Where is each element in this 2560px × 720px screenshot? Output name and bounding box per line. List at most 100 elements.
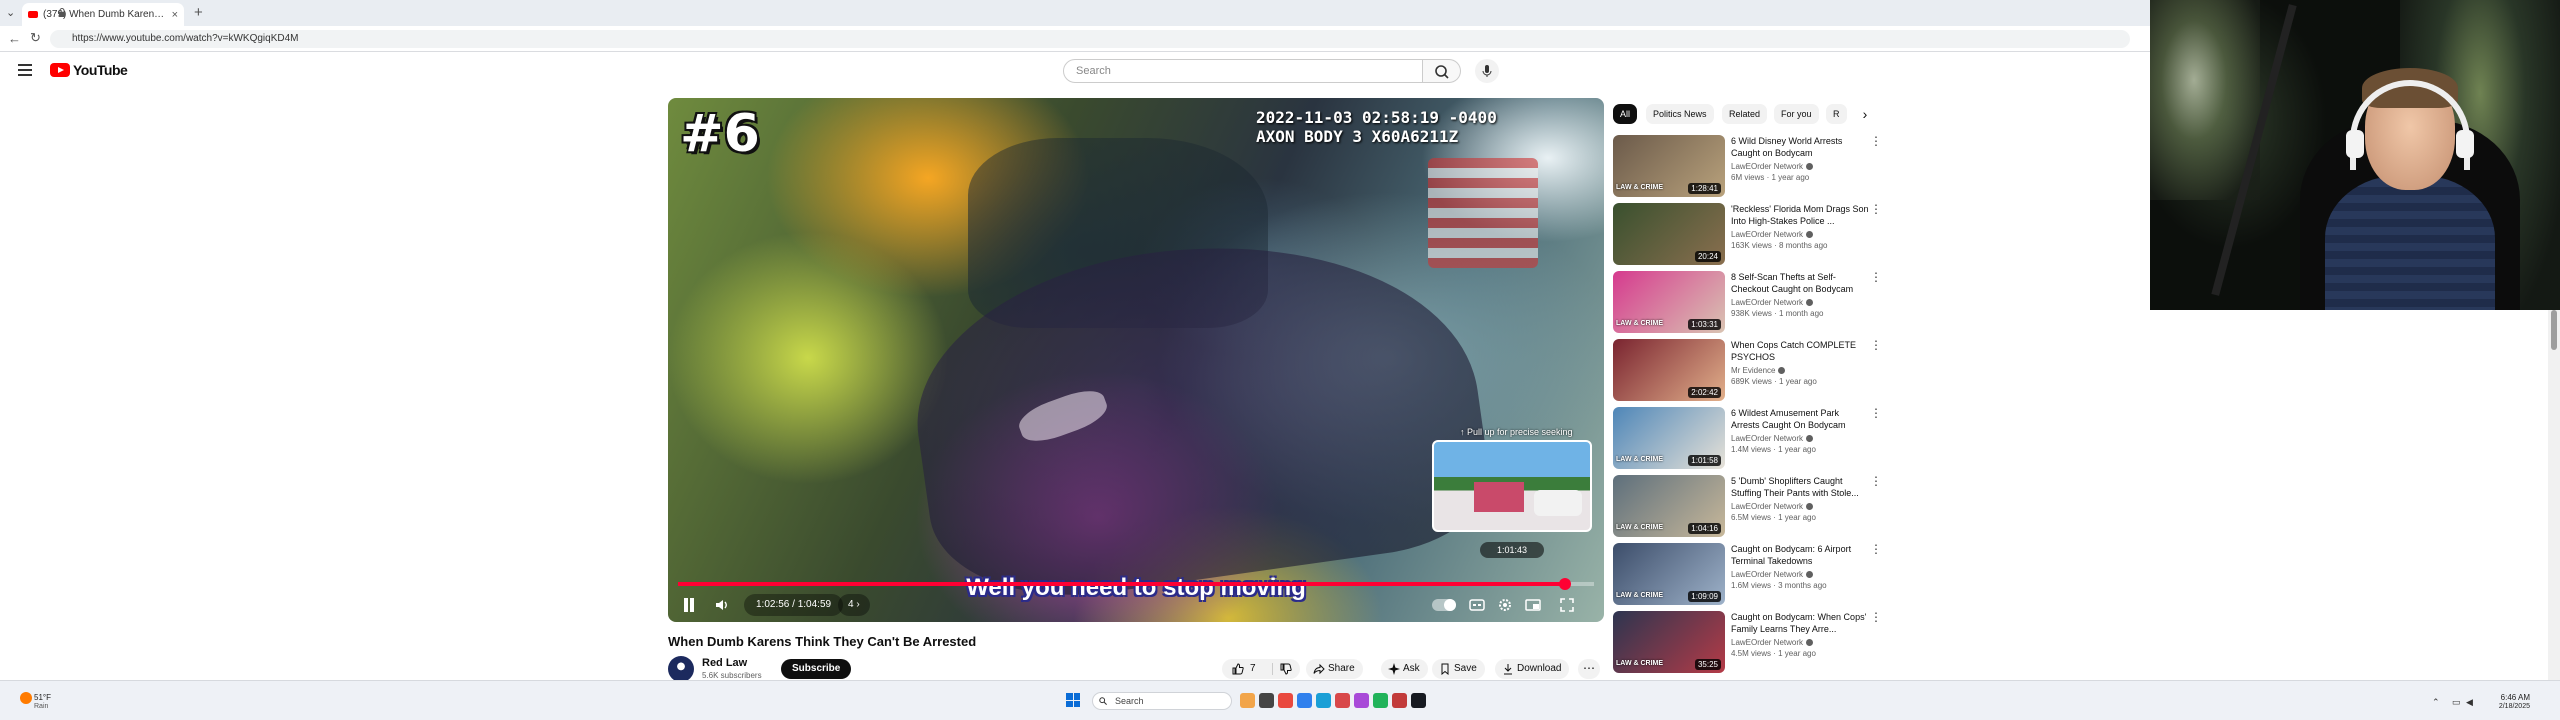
chapter-button[interactable]: 4 › <box>838 594 870 616</box>
progress-bar[interactable] <box>678 578 1594 590</box>
download-button[interactable]: Download <box>1495 659 1570 679</box>
video-title[interactable]: When Cops Catch COMPLETE PSYCHOS <box>1731 339 1869 363</box>
video-title[interactable]: 6 Wildest Amusement Park Arrests Caught … <box>1731 407 1869 431</box>
ask-button[interactable]: Ask <box>1381 659 1428 679</box>
list-item[interactable]: LAW & CRIME 1:01:58 6 Wildest Amusement P… <box>1613 407 1882 469</box>
tab-close-icon[interactable]: × <box>172 9 178 21</box>
volume-icon[interactable] <box>714 597 730 613</box>
video-thumbnail[interactable]: LAW & CRIME 1:01:58 <box>1613 407 1725 469</box>
list-item[interactable]: LAW & CRIME 1:04:16 5 'Dumb' Shoplifters … <box>1613 475 1882 537</box>
video-title[interactable]: 6 Wild Disney World Arrests Caught on Bo… <box>1731 135 1869 159</box>
list-item[interactable]: LAW & CRIME 1:03:31 8 Self-Scan Thefts at… <box>1613 271 1882 333</box>
channel-name[interactable]: Red Law <box>702 657 747 669</box>
more-options-icon[interactable]: ⋮ <box>1870 475 1882 487</box>
like-count[interactable]: 7 <box>1250 659 1256 679</box>
taskbar-app-icon[interactable] <box>1373 693 1388 708</box>
taskbar-app-icon[interactable] <box>1240 693 1255 708</box>
channel-name[interactable]: LawEOrder Network <box>1731 434 1803 443</box>
weather-icon[interactable] <box>20 692 32 704</box>
more-options-icon[interactable]: ⋮ <box>1870 271 1882 283</box>
site-info-icon[interactable] <box>58 8 66 17</box>
youtube-logo-icon[interactable] <box>50 63 70 77</box>
search-button[interactable] <box>1423 59 1461 83</box>
chip-r[interactable]: R <box>1826 104 1847 124</box>
new-tab-button[interactable]: + <box>194 4 203 21</box>
weather-temperature[interactable]: 51°F <box>34 693 51 702</box>
taskbar-search[interactable]: Search <box>1092 692 1232 710</box>
list-item[interactable]: LAW & CRIME 1:09:09 Caught on Bodycam: 6 … <box>1613 543 1882 605</box>
more-options-icon[interactable]: ⋮ <box>1870 611 1882 623</box>
more-options-icon[interactable]: ⋮ <box>1870 339 1882 351</box>
thumbs-up-icon[interactable] <box>1232 663 1244 675</box>
more-options-icon[interactable]: ⋮ <box>1870 203 1882 215</box>
channel-avatar[interactable] <box>668 656 694 682</box>
autoplay-toggle[interactable] <box>1432 599 1456 611</box>
url-field[interactable]: https://www.youtube.com/watch?v=kWKQgiqK… <box>50 30 2130 48</box>
video-title[interactable]: 5 'Dumb' Shoplifters Caught Stuffing The… <box>1731 475 1869 499</box>
captions-icon[interactable] <box>1468 596 1486 614</box>
video-thumbnail[interactable]: LAW & CRIME 1:28:41 <box>1613 135 1725 197</box>
chevron-up-icon[interactable]: ⌃ <box>2432 697 2440 708</box>
pause-button[interactable] <box>682 598 696 614</box>
clock-date[interactable]: 2/18/2025 <box>2476 703 2530 710</box>
more-options-icon[interactable]: ⋮ <box>1870 407 1882 419</box>
clock-time[interactable]: 6:46 AM <box>2486 693 2530 702</box>
video-thumbnail[interactable]: LAW & CRIME 1:09:09 <box>1613 543 1725 605</box>
network-icon[interactable]: ▭ <box>2452 697 2461 708</box>
list-item[interactable]: LAW & CRIME 1:28:41 6 Wild Disney World A… <box>1613 135 1882 197</box>
windows-start-icon[interactable] <box>1066 693 1080 707</box>
channel-name[interactable]: LawEOrder Network <box>1731 162 1803 171</box>
chip-related[interactable]: Related <box>1722 104 1768 124</box>
taskbar-app-icon[interactable] <box>1297 693 1312 708</box>
share-button[interactable]: Share <box>1306 659 1363 679</box>
search-input[interactable]: Search <box>1063 59 1423 83</box>
progress-scrubber[interactable] <box>1558 578 1571 590</box>
list-item[interactable]: 20:24 'Reckless' Florida Mom Drags Son I… <box>1613 203 1882 265</box>
channel-name[interactable]: LawEOrder Network <box>1731 502 1803 511</box>
taskbar-app-icon[interactable] <box>1335 693 1350 708</box>
channel-name[interactable]: LawEOrder Network <box>1731 570 1803 579</box>
video-title[interactable]: 'Reckless' Florida Mom Drags Son Into Hi… <box>1731 203 1869 227</box>
channel-name[interactable]: LawEOrder Network <box>1731 298 1803 307</box>
voice-search-button[interactable] <box>1475 59 1499 83</box>
channel-name[interactable]: LawEOrder Network <box>1731 638 1803 647</box>
more-actions-icon[interactable]: ⋯ <box>1578 659 1600 679</box>
subscribe-button[interactable]: Subscribe <box>781 659 852 679</box>
more-options-icon[interactable]: ⋮ <box>1870 135 1882 147</box>
video-thumbnail[interactable]: LAW & CRIME 1:03:31 <box>1613 271 1725 333</box>
save-button[interactable]: Save <box>1432 659 1485 679</box>
video-thumbnail[interactable]: LAW & CRIME 35:25 <box>1613 611 1725 673</box>
weather-description[interactable]: Rain <box>34 703 48 710</box>
taskbar-app-icon[interactable] <box>1278 693 1293 708</box>
list-item[interactable]: 2:02:42 When Cops Catch COMPLETE PSYCHOS… <box>1613 339 1882 401</box>
tab-list-chevron-icon[interactable]: ⌄ <box>6 6 15 19</box>
channel-name[interactable]: LawEOrder Network <box>1731 230 1803 239</box>
chevron-right-icon[interactable]: › <box>1855 104 1875 124</box>
miniplayer-icon[interactable] <box>1524 596 1542 614</box>
back-arrow-icon[interactable]: ← <box>8 31 21 46</box>
more-options-icon[interactable]: ⋮ <box>1870 543 1882 555</box>
taskbar-app-icon[interactable] <box>1316 693 1331 708</box>
video-title[interactable]: Caught on Bodycam: When Cops' Family Lea… <box>1731 611 1869 635</box>
youtube-wordmark[interactable]: YouTube <box>73 62 128 78</box>
taskbar-app-icon[interactable] <box>1392 693 1407 708</box>
chip-for-you[interactable]: For you <box>1774 104 1819 124</box>
video-player[interactable]: #6 2022-11-03 02:58:19 -0400 AXON BODY 3… <box>668 98 1604 622</box>
menu-icon[interactable] <box>18 64 32 76</box>
reload-icon[interactable]: ↻ <box>30 30 41 46</box>
browser-tab[interactable]: (379) When Dumb Karens Thi × <box>22 3 184 26</box>
video-thumbnail[interactable]: 2:02:42 <box>1613 339 1725 401</box>
settings-gear-icon[interactable] <box>1496 596 1514 614</box>
list-item[interactable]: LAW & CRIME 35:25 Caught on Bodycam: When… <box>1613 611 1882 673</box>
video-thumbnail[interactable]: LAW & CRIME 1:04:16 <box>1613 475 1725 537</box>
video-title[interactable]: Caught on Bodycam: 6 Airport Terminal Ta… <box>1731 543 1869 567</box>
chip-politics-news[interactable]: Politics News <box>1646 104 1714 124</box>
taskbar-app-icon[interactable] <box>1259 693 1274 708</box>
thumbs-down-icon[interactable] <box>1280 663 1292 675</box>
scrollbar-thumb[interactable] <box>2551 310 2557 350</box>
chip-all[interactable]: All <box>1613 104 1638 124</box>
video-thumbnail[interactable]: 20:24 <box>1613 203 1725 265</box>
taskbar-app-icon[interactable] <box>1354 693 1369 708</box>
video-title[interactable]: 8 Self-Scan Thefts at Self-Checkout Caug… <box>1731 271 1869 295</box>
taskbar-app-icon[interactable] <box>1411 693 1426 708</box>
